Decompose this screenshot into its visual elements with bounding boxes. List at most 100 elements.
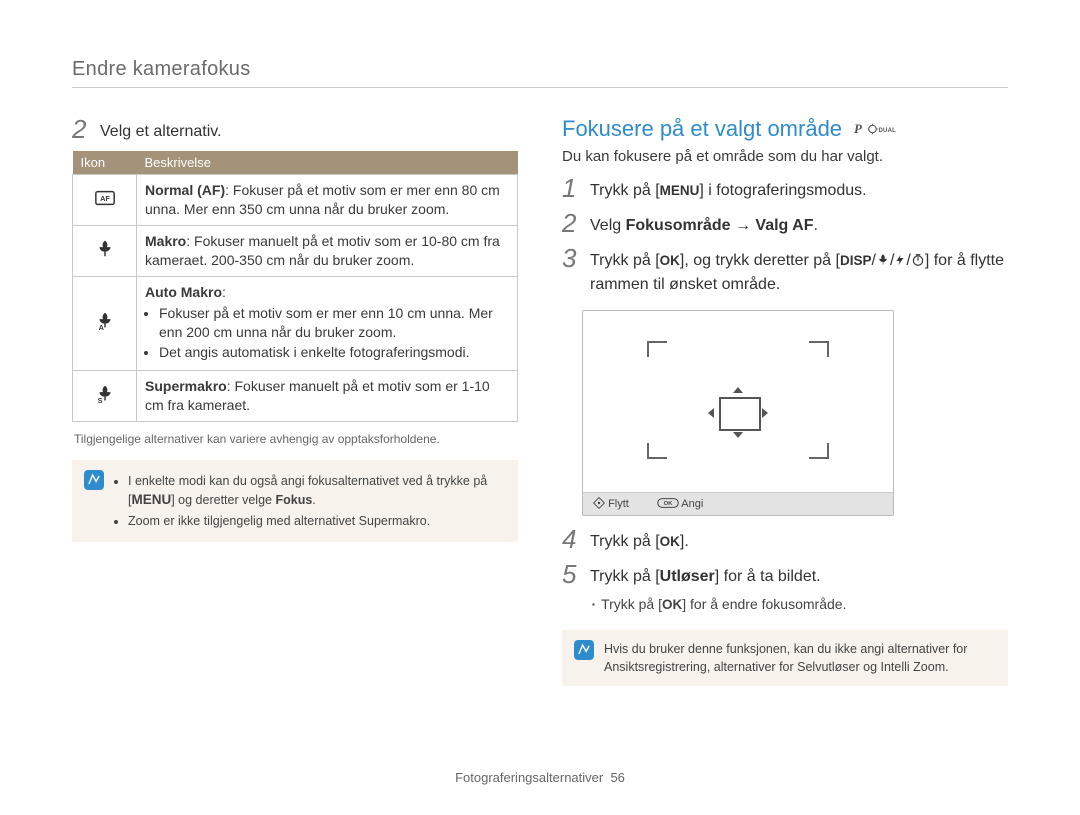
section-heading-text: Fokusere på et valgt område xyxy=(562,116,842,142)
flash-icon xyxy=(894,253,906,267)
right-step-1: 1 Trykk på [MENU] i fotograferingsmodus. xyxy=(562,175,1008,202)
svg-text:OK: OK xyxy=(663,501,673,507)
table-row: S Supermakro: Fokuser manuelt på et moti… xyxy=(73,371,518,422)
svg-text:S: S xyxy=(97,396,102,405)
step-text: Trykk på [OK]. xyxy=(590,526,689,553)
sub-bullet: Trykk på [OK] for å endre fokusområde. xyxy=(592,596,1008,612)
th-icon: Ikon xyxy=(73,151,137,175)
info-note-block: I enkelte modi kan du også angi fokusalt… xyxy=(72,460,518,542)
cell-icon: A xyxy=(73,276,137,371)
lcd-set-hint: OK Angi xyxy=(657,497,703,510)
bullet: Det angis automatisk i enkelte fotografe… xyxy=(159,343,509,362)
cell-icon: AF xyxy=(73,175,137,226)
page-root: Endre kamerafokus 2 Velg et alternativ. … xyxy=(0,0,1080,815)
af-frame-corner xyxy=(647,341,667,357)
cell-desc: Makro: Fokuser manuelt på et motiv som e… xyxy=(137,225,518,276)
step-number: 2 xyxy=(72,116,90,142)
info-note-list: I enkelte modi kan du også angi fokusalt… xyxy=(114,470,506,532)
auto-macro-icon: A xyxy=(94,310,116,332)
mode-p-icon: P xyxy=(854,121,862,137)
row-title: Makro xyxy=(145,233,186,249)
super-macro-icon: S xyxy=(94,383,116,405)
arrow-right-icon xyxy=(762,408,768,418)
menu-key-label: MENU xyxy=(131,492,171,507)
info-note-block: Hvis du bruker denne funksjonen, kan du … xyxy=(562,630,1008,686)
right-column: Fokusere på et valgt område P DUAL Du ka… xyxy=(562,116,1008,686)
table-row: A Auto Makro: Fokuser på et motiv som er… xyxy=(73,276,518,371)
arrow-down-icon xyxy=(733,432,743,438)
ok-key-label: OK xyxy=(662,597,682,612)
svg-text:A: A xyxy=(98,323,104,332)
bullet: Fokuser på et motiv som er mer enn 10 cm… xyxy=(159,304,509,342)
header-divider xyxy=(72,87,1008,88)
step-text: Velg Fokusområde → Valg AF. xyxy=(590,210,818,237)
mode-indicator: P DUAL xyxy=(854,121,898,137)
timer-icon xyxy=(911,253,925,267)
lcd-status-bar: Flytt OK Angi xyxy=(583,492,893,515)
left-column: 2 Velg et alternativ. Ikon Beskrivelse A… xyxy=(72,116,518,686)
row-title: Auto Makro xyxy=(145,284,222,300)
focus-options-table: Ikon Beskrivelse AF Normal (AF): Fokuser… xyxy=(72,151,518,422)
footer-page-number: 56 xyxy=(610,770,624,785)
section-heading: Fokusere på et valgt område P DUAL xyxy=(562,116,1008,142)
right-step-5: 5 Trykk på [Utløser] for å ta bildet. xyxy=(562,561,1008,588)
step-number: 1 xyxy=(562,175,580,201)
macro-icon xyxy=(876,253,890,267)
shutter-key-label: Utløser xyxy=(660,568,715,585)
menu-key-label: MENU xyxy=(660,183,700,198)
row-text: : Fokuser manuelt på et motiv som er 10-… xyxy=(145,233,500,268)
ok-pill-icon: OK xyxy=(657,497,679,509)
svg-text:AF: AF xyxy=(100,193,110,202)
left-step-2: 2 Velg et alternativ. xyxy=(72,116,518,143)
arrow-left-icon xyxy=(708,408,714,418)
table-row: Makro: Fokuser manuelt på et motiv som e… xyxy=(73,225,518,276)
cell-desc: Normal (AF): Fokuser på et motiv som er … xyxy=(137,175,518,226)
content-columns: 2 Velg et alternativ. Ikon Beskrivelse A… xyxy=(72,116,1008,686)
step-5-sublist: Trykk på [OK] for å endre fokusområde. xyxy=(592,596,1008,612)
row-title: Supermakro xyxy=(145,378,227,394)
availability-note: Tilgjengelige alternativer kan variere a… xyxy=(74,432,516,446)
step-number: 2 xyxy=(562,210,580,236)
page-footer: Fotograferingsalternativer 56 xyxy=(0,770,1080,785)
cell-desc: Auto Makro: Fokuser på et motiv som er m… xyxy=(137,276,518,371)
svg-text:DUAL: DUAL xyxy=(879,128,897,134)
normal-af-icon: AF xyxy=(94,187,116,209)
nav-diamond-icon xyxy=(593,497,605,509)
row-title: Normal (AF) xyxy=(145,182,225,198)
lcd-preview: Flytt OK Angi xyxy=(582,310,894,516)
af-frame-corner xyxy=(647,443,667,459)
disp-key-label: DISP xyxy=(840,253,872,268)
info-note-line: Zoom er ikke tilgjengelig med alternativ… xyxy=(128,512,506,530)
row-text: : xyxy=(222,284,226,300)
step-number: 3 xyxy=(562,245,580,271)
step-text: Velg et alternativ. xyxy=(100,116,222,143)
cell-icon xyxy=(73,225,137,276)
step-text: Trykk på [Utløser] for å ta bildet. xyxy=(590,561,821,588)
right-step-4: 4 Trykk på [OK]. xyxy=(562,526,1008,553)
table-row: AF Normal (AF): Fokuser på et motiv som … xyxy=(73,175,518,226)
macro-icon xyxy=(94,237,116,259)
info-note-text: Hvis du bruker denne funksjonen, kan du … xyxy=(604,640,996,676)
info-note-line: I enkelte modi kan du også angi fokusalt… xyxy=(128,472,506,510)
info-note-icon xyxy=(84,470,104,490)
mode-dual-icon: DUAL xyxy=(868,122,898,136)
section-intro: Du kan fokusere på et område som du har … xyxy=(562,148,1008,165)
step-text: Trykk på [MENU] i fotograferingsmodus. xyxy=(590,175,867,202)
lcd-move-hint: Flytt xyxy=(593,497,629,510)
ok-key-label: OK xyxy=(660,253,680,268)
af-frame-corner xyxy=(809,443,829,459)
table-header-row: Ikon Beskrivelse xyxy=(73,151,518,175)
right-step-2: 2 Velg Fokusområde → Valg AF. xyxy=(562,210,1008,237)
cell-icon: S xyxy=(73,371,137,422)
af-frame-corner xyxy=(809,341,829,357)
cell-desc: Supermakro: Fokuser manuelt på et motiv … xyxy=(137,371,518,422)
focus-target-box xyxy=(719,397,761,431)
step-number: 4 xyxy=(562,526,580,552)
arrow-up-icon xyxy=(733,387,743,393)
right-step-3: 3 Trykk på [OK], og trykk deretter på [D… xyxy=(562,245,1008,295)
page-header-title: Endre kamerafokus xyxy=(72,58,1008,81)
row-bullets: Fokuser på et motiv som er mer enn 10 cm… xyxy=(145,304,509,363)
step-number: 5 xyxy=(562,561,580,587)
th-desc: Beskrivelse xyxy=(137,151,518,175)
info-note-icon xyxy=(574,640,594,660)
